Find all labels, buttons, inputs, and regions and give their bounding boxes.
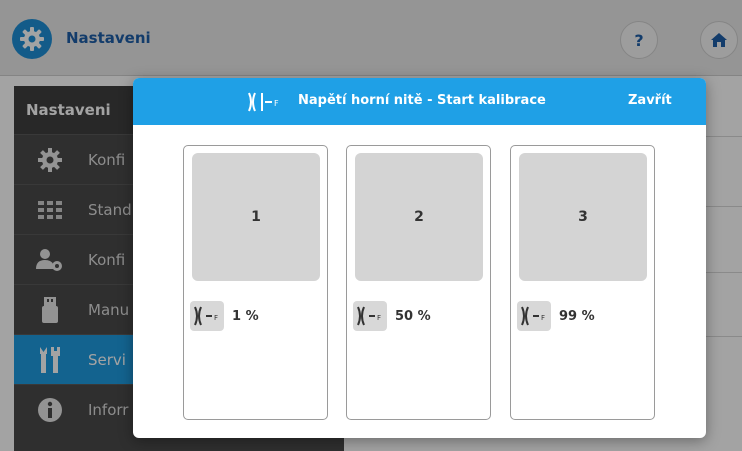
calibration-tile[interactable]: 3 (519, 153, 647, 281)
dialog-title: Napětí horní nitě - Start kalibrace (298, 93, 546, 108)
thread-tension-icon: F (190, 301, 224, 331)
calibration-tile[interactable]: 1 (192, 153, 320, 281)
tension-percent: 1 % (232, 308, 259, 324)
close-button[interactable]: Zavřít (628, 93, 672, 108)
svg-text:F: F (541, 314, 545, 322)
tension-percent: 50 % (395, 308, 431, 324)
dialog-header: F Napětí horní nitě - Start kalibrace Za… (133, 78, 706, 125)
thread-tension-icon: F (353, 301, 387, 331)
thread-tension-icon: F (517, 301, 551, 331)
calibration-card-3[interactable]: 3 F 99 % (510, 145, 655, 420)
svg-text:F: F (274, 99, 279, 108)
calibration-tile[interactable]: 2 (355, 153, 483, 281)
svg-text:F: F (377, 314, 381, 322)
calibration-dialog: F Napětí horní nitě - Start kalibrace Za… (133, 78, 706, 438)
tension-readout: F 1 % (190, 299, 259, 333)
tension-percent: 99 % (559, 308, 595, 324)
thread-tension-icon: F (248, 92, 279, 112)
tension-readout: F 99 % (517, 299, 595, 333)
calibration-card-1[interactable]: 1 F 1 % (183, 145, 328, 420)
calibration-card-2[interactable]: 2 F 50 % (346, 145, 491, 420)
tension-readout: F 50 % (353, 299, 431, 333)
svg-text:F: F (214, 314, 218, 322)
